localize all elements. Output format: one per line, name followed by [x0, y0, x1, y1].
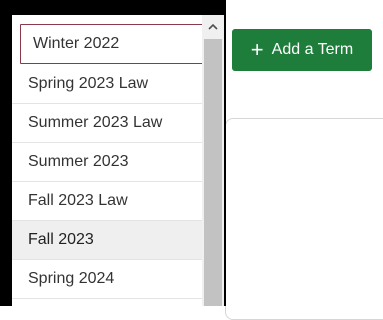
add-term-button[interactable]: + Add a Term [232, 29, 372, 71]
plus-icon: + [250, 37, 264, 62]
term-select-current[interactable]: Winter 2022 [20, 24, 208, 64]
term-option[interactable]: Fall 2023 Law [12, 182, 202, 221]
term-dropdown: Spring 2023 Law Summer 2023 Law Summer 2… [0, 0, 226, 306]
chevron-up-icon[interactable] [202, 15, 224, 37]
term-option[interactable]: Summer 2023 [12, 143, 202, 182]
term-option[interactable]: Spring 2023 Law [12, 65, 202, 104]
add-term-label: Add a Term [271, 41, 354, 58]
term-option-highlighted[interactable]: Fall 2023 [12, 221, 202, 260]
term-option[interactable]: Spring 2024 [12, 260, 202, 299]
scrollbar-thumb[interactable] [204, 39, 222, 306]
term-option[interactable]: Summer 2023 Law [12, 104, 202, 143]
content-panel [225, 118, 383, 320]
dropdown-scrollbar[interactable] [202, 15, 224, 306]
